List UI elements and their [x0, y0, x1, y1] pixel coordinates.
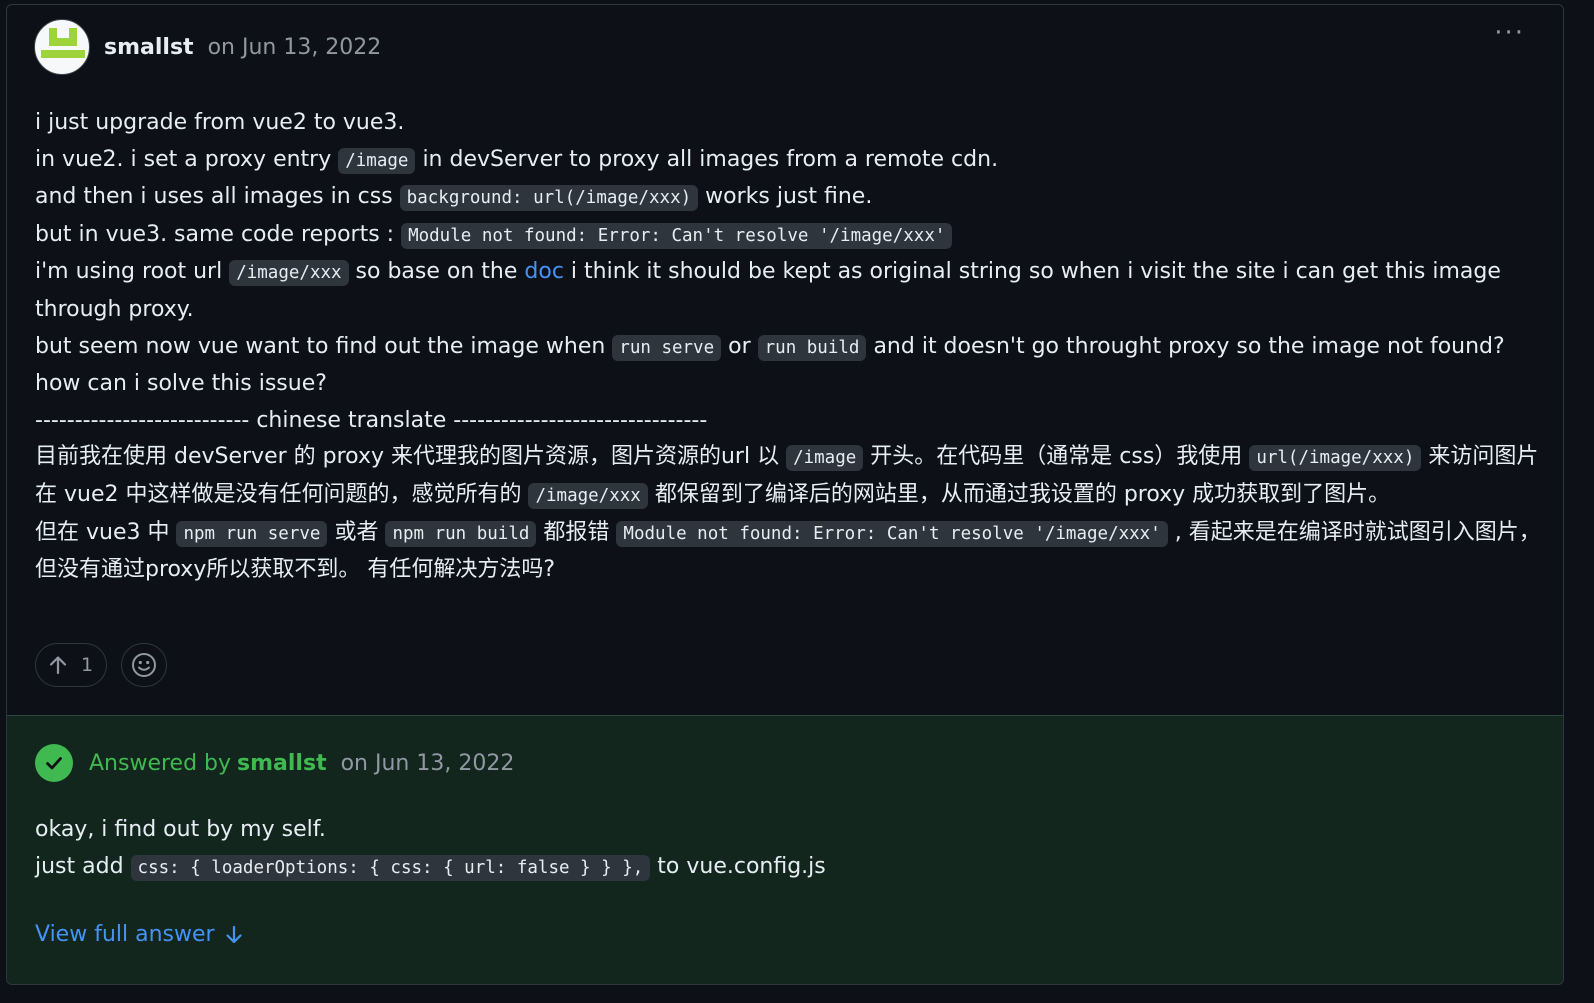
- upvote-count: 1: [80, 654, 94, 676]
- arrow-down-icon: [225, 925, 242, 943]
- body-line: 在 vue2 中这样做是没有任何问题的，感觉所有的 /image/xxx 都保留…: [35, 481, 1391, 509]
- add-reaction-button[interactable]: [121, 643, 167, 687]
- view-full-answer-link[interactable]: View full answer: [35, 922, 243, 947]
- answerer-name[interactable]: smallst: [237, 751, 327, 776]
- inline-code: run serve: [612, 334, 722, 361]
- inline-code: npm run build: [385, 520, 537, 547]
- body-line: 目前我在使用 devServer 的 proxy 来代理我的图片资源，图片资源的…: [35, 444, 1539, 472]
- answer-line: just add css: { loaderOptions: { css: { …: [35, 853, 826, 881]
- avatar[interactable]: [34, 19, 90, 75]
- inline-code: /image/xxx: [528, 482, 648, 509]
- inline-code: css: { loaderOptions: { css: { url: fals…: [130, 854, 651, 881]
- inline-code: run build: [757, 334, 867, 361]
- upvote-button[interactable]: 1: [35, 643, 107, 687]
- inline-code: background: url(/image/xxx): [399, 185, 699, 212]
- inline-code: /image/xxx: [229, 260, 349, 287]
- inline-code: Module not found: Error: Can't resolve '…: [616, 520, 1168, 547]
- post-date[interactable]: on Jun 13, 2022: [208, 35, 382, 60]
- answer-section: Answered by smallst on Jun 13, 2022 okay…: [7, 715, 1563, 984]
- body-line: --------------------------- chinese tran…: [35, 407, 708, 433]
- inline-code: /image: [338, 147, 416, 174]
- inline-code: url(/image/xxx): [1249, 445, 1422, 472]
- inline-code: Module not found: Error: Can't resolve '…: [401, 222, 953, 249]
- body-line: but seem now vue want to find out the im…: [35, 333, 1505, 361]
- body-line: and then i uses all images in css backgr…: [35, 184, 873, 212]
- doc-link[interactable]: doc: [524, 259, 564, 284]
- discussion-card: smallst on Jun 13, 2022 ··· i just upgra…: [6, 4, 1564, 985]
- body-line: in vue2. i set a proxy entry /image in d…: [35, 146, 999, 174]
- body-line: i'm using root url /image/xxx so base on…: [35, 259, 1501, 322]
- answer-body: okay, i find out by my self. just add cs…: [35, 812, 826, 886]
- body-line: i just upgrade from vue2 to vue3.: [35, 110, 405, 135]
- answer-header: Answered by smallst on Jun 13, 2022: [35, 744, 514, 782]
- answer-date[interactable]: on Jun 13, 2022: [341, 751, 515, 776]
- check-circle-icon: [35, 744, 73, 782]
- reactions-bar: 1: [35, 643, 167, 687]
- post-body: i just upgrade from vue2 to vue3. in vue…: [35, 105, 1545, 589]
- inline-code: /image: [786, 445, 864, 472]
- answered-by-label: Answered by: [89, 750, 232, 776]
- author-name[interactable]: smallst: [104, 35, 194, 60]
- inline-code: npm run serve: [176, 520, 328, 547]
- kebab-horizontal-icon[interactable]: ···: [1494, 20, 1525, 46]
- smiley-icon: [132, 653, 156, 677]
- post-header: smallst on Jun 13, 2022: [34, 19, 381, 75]
- body-line: but in vue3. same code reports : Module …: [35, 217, 1545, 255]
- answer-line: okay, i find out by my self.: [35, 817, 326, 842]
- body-line: 但在 vue3 中 npm run serve 或者 npm run build…: [35, 519, 1541, 583]
- body-line: how can i solve this issue?: [35, 371, 327, 397]
- arrow-up-icon: [49, 656, 67, 675]
